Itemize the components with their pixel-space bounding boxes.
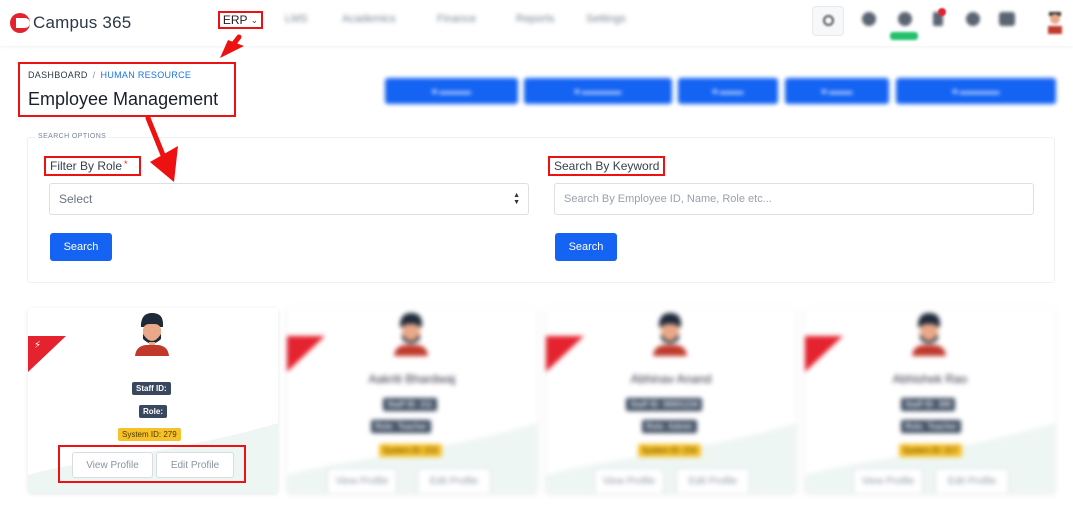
staff-id-badge: Staff ID: 309 (901, 398, 956, 411)
status-badge (890, 32, 918, 40)
employee-card: Abhinav Anand Staff ID: 00001234 Role: A… (546, 308, 796, 493)
top-navbar: Campus 365 ERP ⌄ LMS Academics Finance R… (0, 0, 1073, 46)
page-header: DASHBOARD / HUMAN RESOURCE Employee Manage… (18, 62, 236, 117)
user-avatar[interactable] (1046, 10, 1064, 34)
employee-card: Aakriti Bhardwaj Staff ID: 211 Role: Tea… (287, 308, 537, 493)
nav-item-academics[interactable]: Academics (342, 13, 396, 25)
logo-mark-icon (10, 13, 30, 33)
annotation-highlight-box (58, 445, 246, 483)
search-icon (823, 15, 834, 26)
globe-icon[interactable] (862, 12, 876, 26)
role-select[interactable]: Select ▲ ▼ (49, 183, 529, 215)
staff-id-badge: Staff ID: 00001234 (626, 398, 703, 411)
role-badge: Role: Teacher (371, 420, 432, 433)
view-profile-button[interactable]: View Profile (853, 468, 923, 493)
breadcrumb-separator: / (92, 70, 96, 80)
employee-name: Abhinav Anand (630, 372, 712, 386)
keyword-search-input[interactable] (554, 183, 1034, 215)
filter-by-role-text: Filter By Role (50, 159, 123, 173)
search-options-label: SEARCH OPTIONS (36, 133, 109, 140)
role-badge: Role: Teacher (901, 420, 962, 433)
system-id-badge: System ID: 217 (899, 444, 962, 457)
header-action-button-4[interactable]: ■ ▬▬▬ (785, 78, 889, 104)
search-by-keyword-label: Search By Keyword (548, 156, 665, 176)
breadcrumb: DASHBOARD / HUMAN RESOURCE (28, 70, 191, 80)
filter-by-role-label: Filter By Role * (44, 156, 141, 176)
nav-item-lms[interactable]: LMS (285, 13, 308, 25)
message-icon[interactable] (999, 12, 1015, 26)
system-id-badge: System ID: 216 (638, 444, 701, 457)
page-title: Employee Management (28, 89, 219, 109)
page: Campus 365 ERP ⌄ LMS Academics Finance R… (0, 0, 1073, 515)
edit-profile-button[interactable]: Edit Profile (676, 468, 750, 493)
system-id-badge: System ID: 279 (118, 428, 181, 441)
system-id-badge: System ID: 215 (379, 444, 442, 457)
card-actions: View Profile Edit Profile (287, 468, 537, 493)
employee-avatar (394, 313, 428, 356)
nav-item-finance[interactable]: Finance (437, 13, 476, 25)
employee-name: Abhishek Rao (892, 372, 968, 386)
role-select-value: Select (59, 192, 93, 206)
lightning-icon: ⚡ (34, 340, 42, 351)
chevron-down-icon: ⌄ (250, 14, 259, 25)
select-carets-icon: ▲ ▼ (513, 192, 520, 206)
brand-logo[interactable]: Campus 365 (10, 10, 131, 36)
global-search-button[interactable] (812, 6, 844, 36)
gear-icon[interactable] (966, 12, 980, 26)
employee-avatar (912, 313, 946, 356)
view-profile-button[interactable]: View Profile (327, 468, 397, 493)
staff-id-badge: Staff ID: (132, 382, 171, 395)
staff-id-badge: Staff ID: 211 (383, 398, 437, 411)
role-badge: Role: (139, 405, 167, 418)
employee-avatar (135, 313, 169, 356)
required-marker: * (124, 159, 128, 169)
edit-profile-button[interactable]: Edit Profile (417, 468, 491, 493)
employee-name: Aakriti Bhardwaj (368, 372, 456, 386)
nav-item-erp-label: ERP (222, 13, 248, 27)
card-actions: View Profile Edit Profile (805, 468, 1055, 493)
search-by-keyword-text: Search By Keyword (554, 159, 660, 173)
role-search-button[interactable]: Search (50, 233, 112, 261)
breadcrumb-human-resource[interactable]: HUMAN RESOURCE (101, 70, 192, 80)
nav-item-settings[interactable]: Settings (586, 13, 626, 25)
header-action-button-5[interactable]: ■ ▬▬▬▬▬ (896, 78, 1056, 104)
card-ribbon (546, 336, 584, 372)
card-ribbon (287, 336, 325, 372)
header-action-button-1[interactable]: ■ ▬▬▬▬ (385, 78, 518, 104)
brand-name: Campus 365 (33, 13, 132, 32)
edit-profile-button[interactable]: Edit Profile (935, 468, 1009, 493)
header-action-button-3[interactable]: ■ ▬▬▬ (678, 78, 778, 104)
card-ribbon (805, 336, 843, 372)
role-badge: Role: Admin (642, 420, 697, 433)
employee-avatar (653, 313, 687, 356)
header-action-button-2[interactable]: ■ ▬▬▬▬▬ (524, 78, 672, 104)
keyword-search-button[interactable]: Search (555, 233, 617, 261)
card-actions: View Profile Edit Profile (546, 468, 796, 493)
breadcrumb-dashboard[interactable]: DASHBOARD (28, 70, 88, 80)
view-profile-button[interactable]: View Profile (594, 468, 664, 493)
employee-card: Abhishek Rao Staff ID: 309 Role: Teacher… (805, 308, 1055, 493)
notification-count-badge (938, 8, 946, 16)
nav-item-erp[interactable]: ERP ⌄ (218, 11, 263, 29)
nav-item-reports[interactable]: Reports (516, 13, 555, 25)
bell-icon[interactable] (898, 12, 912, 26)
